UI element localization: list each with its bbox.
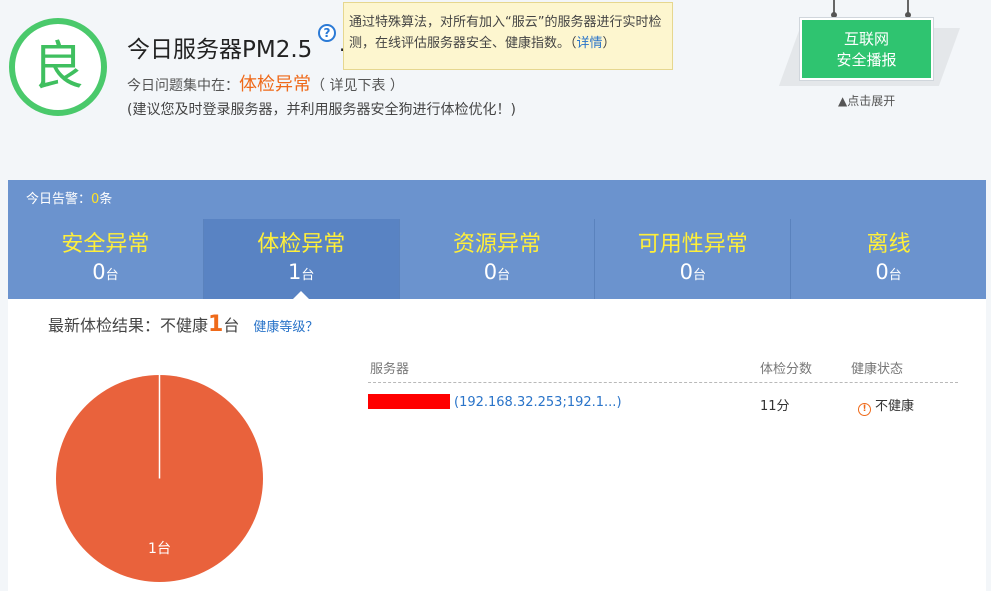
- health-status: ! 不健康: [858, 395, 914, 416]
- security-broadcast-widget: 互联网 安全播报 ▲点击展开: [778, 0, 968, 115]
- advice-text: (建议您及时登录服务器，并利用服务器安全狗进行体检优化！): [127, 102, 516, 118]
- checkup-score: 11分: [760, 399, 790, 414]
- issue-summary: 今日问题集中在：体检异常（ 详见下表 ）: [127, 70, 404, 96]
- tab-count-unit: 台: [692, 268, 706, 283]
- result-prefix: 最新体检结果：不健康: [48, 316, 209, 335]
- tab-count: 0台: [8, 260, 203, 288]
- security-broadcast-button[interactable]: 互联网 安全播报: [800, 18, 933, 80]
- issue-prefix: 今日问题集中在：: [127, 78, 239, 94]
- tab-count: 0台: [595, 260, 790, 288]
- pm25-tooltip: 通过特殊算法，对所有加入“服云”的服务器进行实时检测，在线评估服务器安全、健康指…: [343, 2, 673, 70]
- pie-label: 1台: [148, 541, 171, 557]
- page-title-text: 今日服务器PM2.5: [127, 37, 313, 63]
- tooltip-details-link[interactable]: 详情: [577, 36, 603, 51]
- tooltip-close-paren: ）: [602, 36, 616, 51]
- tab-security-anomaly[interactable]: 安全异常 0台: [8, 219, 203, 299]
- tab-label: 安全异常: [61, 232, 150, 257]
- tab-count-unit: 台: [888, 268, 902, 283]
- health-status-text: 不健康: [875, 399, 915, 414]
- tab-count: 1台: [204, 260, 399, 288]
- tab-count-value: 0: [483, 260, 498, 284]
- tab-count-value: 0: [875, 260, 889, 284]
- health-grade-text: 良: [31, 37, 84, 97]
- alert-summary-bar: 今日告警：0条: [8, 180, 986, 219]
- column-header-status: 健康状态: [851, 362, 904, 377]
- issue-suffix: （ 详见下表 ）: [311, 78, 404, 94]
- help-icon[interactable]: ?: [318, 24, 336, 42]
- tab-availability-anomaly[interactable]: 可用性异常 0台: [594, 219, 790, 299]
- tab-count-value: 1: [288, 260, 302, 284]
- result-count: 1: [208, 312, 224, 337]
- tab-label: 体检异常: [257, 232, 346, 257]
- tab-count: 0台: [400, 260, 595, 288]
- broadcast-line1: 互联网: [843, 30, 889, 48]
- health-grade-badge: 良: [9, 18, 107, 116]
- tab-label: 离线: [866, 232, 911, 257]
- redacted-server-name: [368, 394, 450, 409]
- tab-offline[interactable]: 离线 0台: [790, 219, 986, 299]
- column-header-server: 服务器: [370, 362, 410, 377]
- health-pie-chart: 1台: [56, 375, 263, 582]
- tab-label: 可用性异常: [637, 232, 748, 257]
- checkup-result: 最新体检结果：不健康1台 健康等级？: [48, 312, 318, 337]
- server-ip-link[interactable]: (192.168.32.253;192.1...): [454, 395, 622, 410]
- health-level-link[interactable]: 健康等级？: [253, 320, 318, 335]
- tab-count-value: 0: [679, 260, 693, 284]
- tab-count-unit: 台: [301, 268, 315, 283]
- tab-count: 0台: [791, 260, 986, 288]
- tab-label: 资源异常: [452, 232, 541, 257]
- page-title: 今日服务器PM2.5: [127, 30, 312, 64]
- tab-count-unit: 台: [105, 268, 119, 283]
- broadcast-line2: 安全播报: [836, 51, 897, 69]
- expand-hint[interactable]: ▲点击展开: [838, 92, 895, 109]
- alert-label: 今日告警：: [26, 192, 92, 207]
- status-tabs: 安全异常 0台 体检异常 1台 资源异常 0台 可用性异常 0台 离线 0台: [8, 219, 986, 300]
- tab-resource-anomaly[interactable]: 资源异常 0台: [398, 219, 595, 299]
- alert-unit: 条: [99, 192, 113, 207]
- issue-focus: 体检异常: [239, 74, 311, 95]
- warning-icon: !: [858, 403, 871, 416]
- result-unit: 台: [223, 316, 240, 335]
- up-arrow-icon: ▲: [838, 94, 848, 108]
- tab-count-value: 0: [92, 260, 106, 284]
- tab-count-unit: 台: [497, 268, 511, 283]
- header-divider: [368, 382, 958, 383]
- expand-hint-text: 点击展开: [847, 94, 896, 108]
- tab-checkup-anomaly[interactable]: 体检异常 1台: [202, 219, 399, 300]
- column-header-score: 体检分数: [760, 362, 813, 377]
